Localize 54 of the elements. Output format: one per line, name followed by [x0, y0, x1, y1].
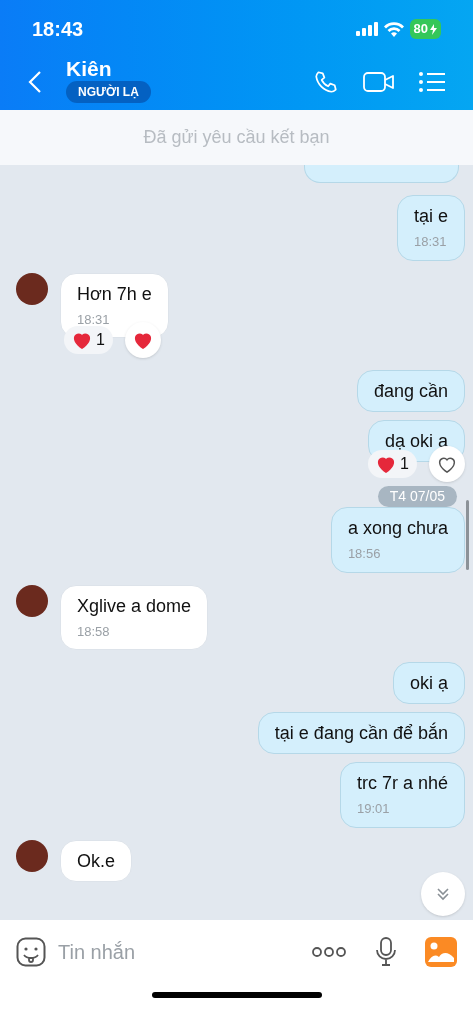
message-bubble[interactable]: a xong chưa 18:56: [330, 507, 465, 573]
message-time: 18:31: [413, 233, 448, 251]
message-text: a xong chưa: [347, 517, 448, 540]
message-text: Xglive a dome: [77, 594, 192, 618]
react-button[interactable]: [124, 322, 161, 358]
message-text: Ok.e: [77, 849, 115, 873]
message-time: 18:56: [347, 545, 382, 563]
stranger-badge: NGƯỜI LẠ: [66, 81, 151, 103]
more-icon[interactable]: [311, 946, 347, 958]
signal-icon: [355, 22, 378, 36]
message-text: tại e đang cần để bắn: [274, 721, 448, 745]
reaction-count[interactable]: 1: [64, 326, 113, 354]
heart-icon: [132, 331, 153, 349]
message-time: 19:01: [356, 800, 391, 818]
microphone-icon[interactable]: [375, 937, 397, 967]
heart-icon: [437, 455, 457, 473]
menu-icon[interactable]: [419, 71, 445, 93]
message-field[interactable]: Tin nhắn: [58, 937, 299, 967]
date-pill: T4 07/05: [377, 486, 457, 507]
message-bubble[interactable]: tại e 18:31: [396, 195, 465, 261]
battery-level: 80: [413, 20, 428, 39]
message-text: trc 7r a nhé: [356, 772, 448, 795]
message-text: oki ạ: [409, 672, 448, 695]
message-bubble[interactable]: tại e đang cần để bắn: [257, 712, 465, 754]
image-icon[interactable]: [425, 937, 457, 967]
message-bubble[interactable]: oki ạ: [392, 662, 465, 704]
reaction-count[interactable]: 1: [368, 450, 417, 478]
avatar[interactable]: [16, 272, 48, 305]
sticker-icon[interactable]: [16, 937, 46, 967]
video-call-icon[interactable]: [363, 70, 395, 94]
avatar[interactable]: [16, 584, 48, 617]
message-bubble[interactable]: đang cần: [356, 370, 465, 412]
message-time: 18:31: [77, 310, 111, 329]
charging-icon: [430, 23, 437, 35]
wifi-icon: [383, 21, 404, 37]
message-text: tại e: [413, 205, 448, 228]
double-chevron-down-icon: [435, 886, 451, 902]
heart-icon: [376, 455, 397, 473]
back-icon[interactable]: [28, 70, 42, 94]
scrollbar: [466, 500, 469, 570]
contact-name: Kiên: [66, 57, 112, 81]
message-bubble[interactable]: Ok.e: [60, 839, 132, 882]
avatar[interactable]: [16, 839, 48, 872]
message-text: dạ oki a: [384, 430, 448, 453]
message-time: 18:58: [77, 622, 111, 641]
react-button[interactable]: [429, 446, 465, 482]
message-text: đang cần: [373, 380, 448, 403]
heart-icon: [72, 331, 92, 349]
phone-icon[interactable]: [313, 69, 339, 95]
clock: 18:43: [32, 17, 84, 42]
friend-request-banner: Đã gửi yêu cầu kết bạn: [0, 110, 473, 165]
message-text: Hơn 7h e: [77, 282, 152, 306]
message-bubble[interactable]: Xglive a dome 18:58: [60, 584, 209, 650]
message-bubble[interactable]: trc 7r a nhé 19:01: [339, 762, 465, 828]
